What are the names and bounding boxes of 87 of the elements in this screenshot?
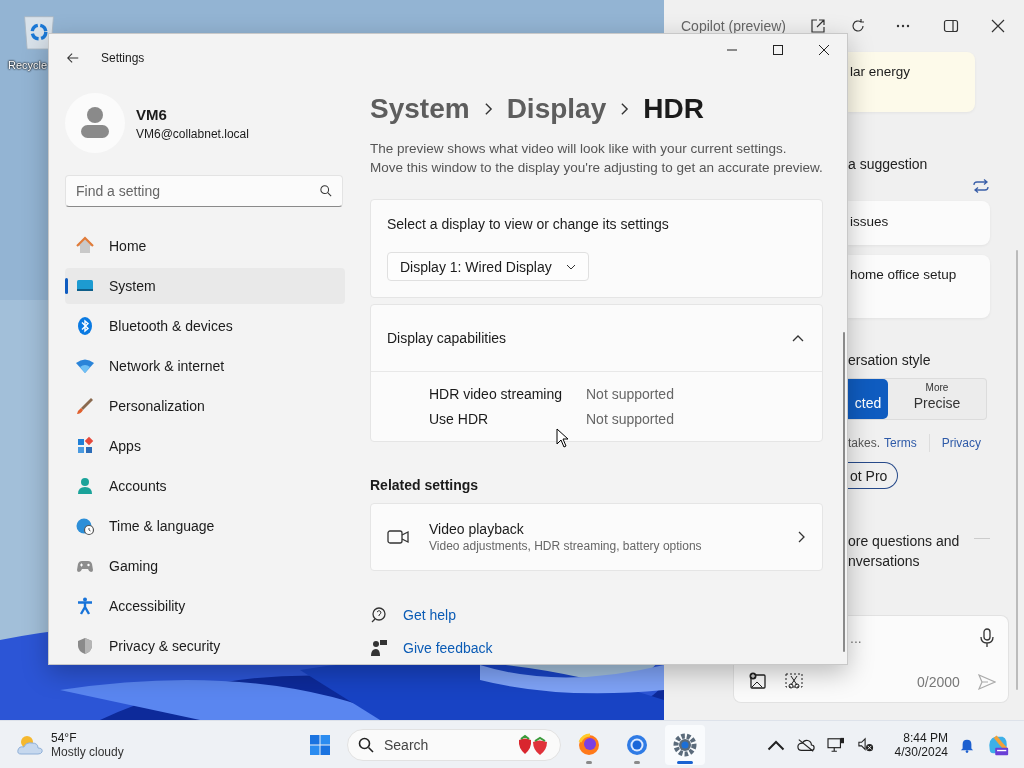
house-icon [75, 236, 95, 256]
refresh-icon[interactable] [850, 18, 866, 34]
nav-item[interactable]: Time & language [65, 508, 345, 544]
strawberry-icon [516, 733, 550, 756]
shield-icon [75, 636, 95, 656]
chevron-right-icon [798, 531, 806, 543]
swap-icon[interactable] [972, 179, 990, 193]
info-text: ore questions and nversations [848, 533, 960, 569]
capability-value: Not supported [586, 385, 674, 402]
nav-item[interactable]: Network & internet [65, 348, 345, 384]
help-link[interactable]: Get help [403, 607, 456, 623]
suggestion-card[interactable]: home office setup [848, 255, 990, 318]
sidebar-icon[interactable] [943, 18, 959, 34]
weather-condition[interactable]: Mostly cloudy [51, 744, 124, 759]
nav-item[interactable]: Personalization [65, 388, 345, 424]
nav-item[interactable]: Apps [65, 428, 345, 464]
add-image-icon[interactable] [749, 672, 767, 690]
feedback-icon [370, 639, 388, 657]
panel-title: Copilot (preview) [681, 18, 787, 34]
suggestion-card[interactable]: lar energy [848, 52, 975, 112]
person-icon [75, 476, 95, 496]
gear-icon[interactable] [665, 724, 705, 765]
accessibility-icon [75, 596, 95, 616]
volume-muted-icon[interactable] [856, 736, 875, 753]
breadcrumb-item[interactable]: System [370, 93, 470, 125]
temperature-text[interactable]: 54°F [51, 730, 124, 745]
network-icon[interactable] [826, 736, 845, 753]
style-option[interactable]: More Precise [888, 379, 986, 419]
card-label: Select a display to view or change its settings [387, 216, 669, 232]
avatar-icon[interactable] [65, 93, 125, 153]
nav-item[interactable]: Gaming [65, 548, 345, 584]
account-email: VM6@collabnet.local [136, 126, 249, 141]
capability-name: Use HDR [429, 410, 490, 427]
capability-value: Not supported [586, 410, 674, 427]
back-arrow-icon[interactable] [66, 51, 80, 65]
nav-item[interactable]: Accessibility [65, 588, 345, 624]
close-icon [819, 45, 829, 55]
style-option[interactable]: cted [848, 379, 888, 419]
maximize-icon [773, 45, 783, 55]
suggestion-heading: a suggestion [848, 155, 928, 174]
nav-item[interactable]: Accounts [65, 468, 345, 504]
bluetooth-icon [75, 316, 95, 336]
search-icon[interactable] [320, 185, 332, 197]
nav-item[interactable]: Privacy & security [65, 628, 345, 664]
chevron-right-icon [483, 102, 493, 116]
clock-time[interactable]: 8:44 PM [903, 730, 948, 745]
chevron-up-icon[interactable] [792, 334, 804, 342]
nav-item[interactable]: System [65, 268, 345, 304]
taskbar-search-field[interactable]: Search [347, 728, 561, 761]
globe-clock-icon [75, 516, 95, 536]
apps-icon [75, 436, 95, 456]
video-playback-row[interactable]: Video playback Video adjustments, HDR streaming, battery options [370, 503, 823, 571]
microphone-icon[interactable] [980, 628, 994, 648]
open-external-icon[interactable] [810, 18, 826, 34]
expander-header[interactable]: Display capabilities [371, 305, 822, 372]
terms-link[interactable]: Terms [884, 436, 917, 450]
privacy-link[interactable]: Privacy [941, 436, 982, 450]
section-heading: Related settings [370, 477, 480, 493]
breadcrumb-item[interactable]: Display [506, 93, 607, 125]
chevron-right-icon [620, 102, 630, 116]
clock-date[interactable]: 4/30/2024 [894, 744, 948, 759]
find-setting-field[interactable]: Find a setting [65, 175, 343, 207]
row-subtitle: Video adjustments, HDR streaming, battery options [429, 539, 703, 553]
window-title: Settings [101, 51, 145, 65]
cloud-off-icon[interactable] [796, 736, 815, 753]
nav-item[interactable]: Bluetooth & devices [65, 308, 345, 344]
breadcrumb-item: HDR [643, 93, 704, 125]
nav-item[interactable]: Home [65, 228, 345, 264]
row-title: Video playback [429, 521, 525, 537]
search-icon [358, 736, 374, 753]
capability-name: HDR video streaming [429, 385, 564, 402]
start-icon[interactable] [309, 733, 331, 756]
account-name: VM6 [136, 105, 168, 123]
suggestion-card[interactable]: issues [848, 201, 990, 245]
help-icon [370, 606, 388, 624]
notice-text: takes. [848, 436, 880, 450]
chat-input-field[interactable]: ... 0/2000 [848, 615, 1009, 703]
caret-icon [565, 263, 576, 270]
video-camera-icon [387, 529, 409, 545]
description-text: The preview shows what video will look like with your current settings. Move this window to the display you're adjusting to get an accurate preview. [370, 140, 823, 177]
help-link[interactable]: Give feedback [403, 640, 493, 656]
section-heading: ersation style [848, 351, 931, 370]
display-dropdown[interactable]: Display 1: Wired Display [387, 252, 589, 281]
character-counter: 0/2000 [917, 674, 960, 690]
snip-icon[interactable] [785, 672, 803, 690]
close-icon[interactable] [990, 18, 1006, 34]
brush-icon [75, 396, 95, 416]
